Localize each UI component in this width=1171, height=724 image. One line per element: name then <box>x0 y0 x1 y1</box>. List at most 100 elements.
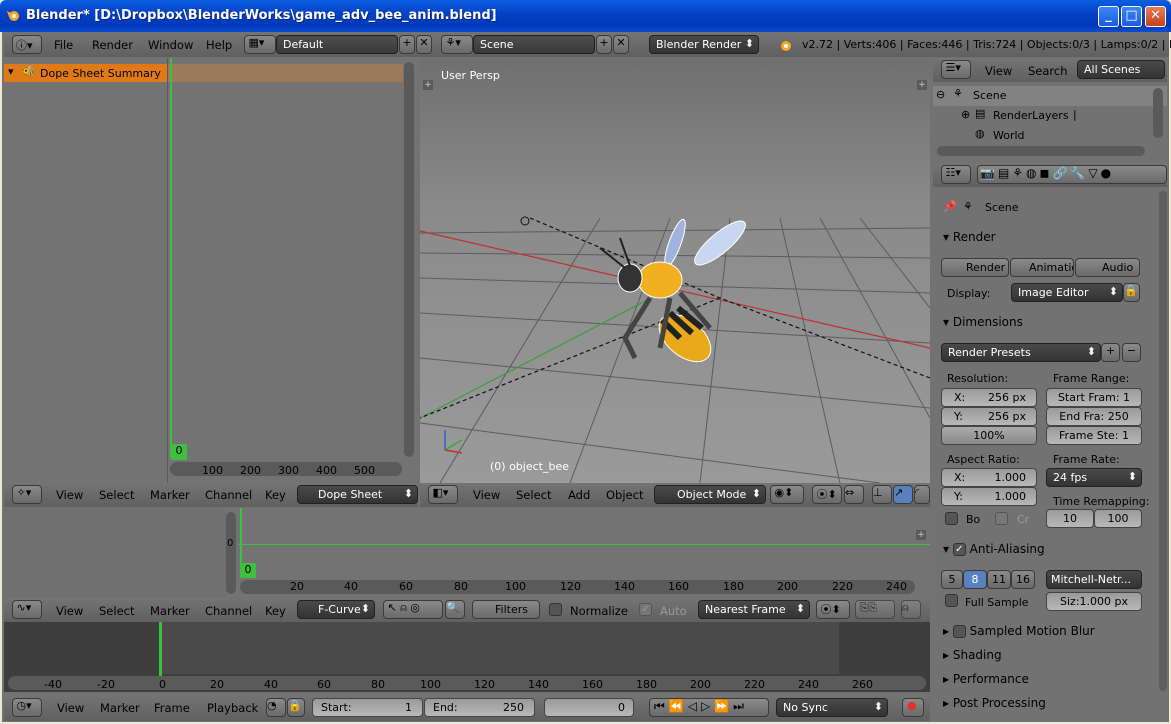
anti-aliasing-panel-header[interactable]: ▾ ✓ Anti-Aliasing <box>943 542 1045 556</box>
delete-scene-button[interactable]: ✕ <box>613 35 629 54</box>
motion-blur-checkbox[interactable] <box>952 625 966 638</box>
scrollbar-vertical[interactable] <box>1159 191 1167 691</box>
menu-file[interactable]: File <box>54 38 73 52</box>
lock-icon[interactable]: 🔒 <box>1123 283 1140 302</box>
minimize-button[interactable]: _ <box>1098 6 1119 27</box>
menu-view[interactable]: View <box>56 488 83 502</box>
start-frame-field[interactable]: Start: 1 <box>312 698 423 717</box>
render-panel-header[interactable]: ▾ Render <box>943 230 996 244</box>
scrollbar-vertical[interactable] <box>404 62 414 457</box>
add-preset-button[interactable]: + <box>1101 343 1120 362</box>
manipulator-button[interactable]: ⇔ <box>844 485 864 504</box>
post-processing-panel-header[interactable]: ▸ Post Processing <box>943 696 1046 710</box>
screen-layout-icon[interactable]: ▦▾ <box>244 35 276 54</box>
editor-type-outliner-button[interactable]: ☰▾ <box>941 60 971 79</box>
screen-layout-field[interactable]: Default <box>276 35 398 54</box>
anti-aliasing-checkbox[interactable]: ✓ <box>952 543 966 556</box>
menu-search[interactable]: Search <box>1028 64 1068 78</box>
render-button[interactable]: Render <box>941 258 1009 277</box>
properties-toggle[interactable]: + <box>917 80 927 90</box>
filters-button[interactable]: Filters <box>472 600 540 619</box>
dopesheet-mode-select[interactable]: Dope Sheet ⬍ <box>297 485 418 504</box>
current-frame-marker[interactable]: 0 <box>240 563 256 578</box>
aa-filter-select[interactable]: Mitchell-Netr... <box>1046 570 1142 589</box>
menu-object[interactable]: Object <box>606 488 643 502</box>
menu-frame[interactable]: Frame <box>154 701 190 715</box>
aa-samples-5[interactable]: 5 <box>941 570 963 589</box>
editor-type-properties-button[interactable]: ☷▾ <box>941 165 971 184</box>
aspect-y-field[interactable]: Y: 1.000 <box>941 487 1037 506</box>
aa-filter-size-field[interactable]: Siz:1.000 px <box>1046 592 1142 611</box>
render-presets-select[interactable]: Render Presets ⬍ <box>941 343 1101 362</box>
3d-viewport[interactable]: User Persp (0) object_bee + + <box>420 58 930 483</box>
outliner-item-renderlayers[interactable]: ⊕ ▤ RenderLayers | <box>933 106 1167 126</box>
menu-key[interactable]: Key <box>265 604 286 618</box>
summary-channel[interactable]: ▾ 🐝 Dope Sheet Summary <box>4 64 167 82</box>
menu-marker[interactable]: Marker <box>100 701 140 715</box>
snap-mode-select[interactable]: Nearest Frame ⬍ <box>698 600 810 619</box>
aa-samples-8[interactable]: 8 <box>963 570 987 589</box>
menu-key[interactable]: Key <box>265 488 286 502</box>
frame-step-field[interactable]: Frame Ste: 1 <box>1046 426 1142 445</box>
scrollbar-horizontal[interactable] <box>8 676 926 690</box>
rotate-icon[interactable]: ↗ <box>893 485 913 504</box>
shading-panel-header[interactable]: ▸ Shading <box>943 648 1002 662</box>
editor-type-3dview-button[interactable]: ◧▾ <box>428 485 458 504</box>
add-scene-button[interactable]: + <box>596 35 612 54</box>
lock-icon[interactable]: 🔒 <box>287 698 305 717</box>
ghost-curves-button[interactable]: ↖ ⍝ ◎ <box>383 600 443 619</box>
current-frame-marker[interactable]: 0 <box>171 444 187 460</box>
add-layout-button[interactable]: + <box>399 35 415 54</box>
current-frame-field[interactable]: 0 <box>544 698 634 717</box>
render-engine-select[interactable]: Blender Render ⬍ <box>649 35 759 54</box>
maximize-button[interactable]: □ <box>1121 6 1142 27</box>
menu-marker[interactable]: Marker <box>150 604 190 618</box>
scene-field[interactable]: Scene <box>473 35 595 54</box>
scene-icon[interactable]: ⚘▾ <box>441 35 473 54</box>
start-frame-field[interactable]: Start Fram: 1 <box>1046 388 1142 407</box>
editor-type-info-button[interactable]: ⓘ▾ <box>12 35 42 54</box>
timeline-area[interactable]: -40 -20 0 20 40 60 80 100 120 140 160 18… <box>4 622 930 692</box>
scrollbar-vertical[interactable]: 0 <box>226 512 236 594</box>
menu-select[interactable]: Select <box>99 488 134 502</box>
graph-mode-select[interactable]: F-Curve ⬍ <box>297 600 375 619</box>
render-animation-button[interactable]: Animatio <box>1010 258 1074 277</box>
menu-view[interactable]: View <box>57 701 84 715</box>
delete-layout-button[interactable]: ✕ <box>416 35 432 54</box>
scrollbar-vertical[interactable] <box>1153 88 1163 138</box>
outliner-item-scene[interactable]: ⊖ ⚘ Scene <box>933 86 1167 106</box>
editor-type-graph-button[interactable]: ∿▾ <box>12 600 42 619</box>
close-button[interactable]: ✕ <box>1145 6 1166 27</box>
shading-mode-button[interactable]: ◉⬍ <box>770 485 804 504</box>
remove-preset-button[interactable]: − <box>1122 343 1141 362</box>
menu-view[interactable]: View <box>985 64 1012 78</box>
border-checkbox[interactable] <box>945 512 958 525</box>
menu-channel[interactable]: Channel <box>205 488 252 502</box>
end-frame-field[interactable]: End Fra: 250 <box>1046 407 1142 426</box>
pin-icon[interactable]: 📌 <box>943 200 957 213</box>
end-frame-field[interactable]: End: 250 <box>424 698 535 717</box>
pivot-button[interactable]: ⦿⬍ <box>812 485 842 504</box>
menu-view[interactable]: View <box>473 488 500 502</box>
time-old-field[interactable]: 10 <box>1046 509 1094 528</box>
translate-icon[interactable]: ⊥ <box>872 485 892 504</box>
aspect-x-field[interactable]: X: 1.000 <box>941 468 1037 487</box>
motion-blur-panel-header[interactable]: ▸ Sampled Motion Blur <box>943 624 1095 638</box>
menu-select[interactable]: Select <box>516 488 551 502</box>
resolution-percentage-field[interactable]: 100% <box>941 426 1037 445</box>
menu-playback[interactable]: Playback <box>207 701 258 715</box>
menu-marker[interactable]: Marker <box>150 488 190 502</box>
display-select[interactable]: Image Editor ⬍ <box>1011 283 1123 302</box>
menu-select[interactable]: Select <box>99 604 134 618</box>
menu-render[interactable]: Render <box>92 38 133 52</box>
copy-paste-buttons[interactable]: ⎘⎘ <box>855 600 895 619</box>
record-button[interactable]: ● <box>902 698 924 717</box>
outliner-filter-select[interactable]: All Scenes <box>1077 60 1165 79</box>
sync-mode-select[interactable]: No Sync ⬍ <box>776 698 888 717</box>
playback-controls[interactable]: ⏮⏪◁▷⏩⏭ <box>649 698 769 717</box>
aa-samples-16[interactable]: 16 <box>1011 570 1035 589</box>
performance-panel-header[interactable]: ▸ Performance <box>943 672 1029 686</box>
properties-context-tabs[interactable]: 📷▤⚘◍◼🔗🔧▽● <box>977 165 1167 184</box>
resolution-y-field[interactable]: Y: 256 px <box>941 407 1037 426</box>
toolshelf-toggle[interactable]: + <box>423 80 433 90</box>
